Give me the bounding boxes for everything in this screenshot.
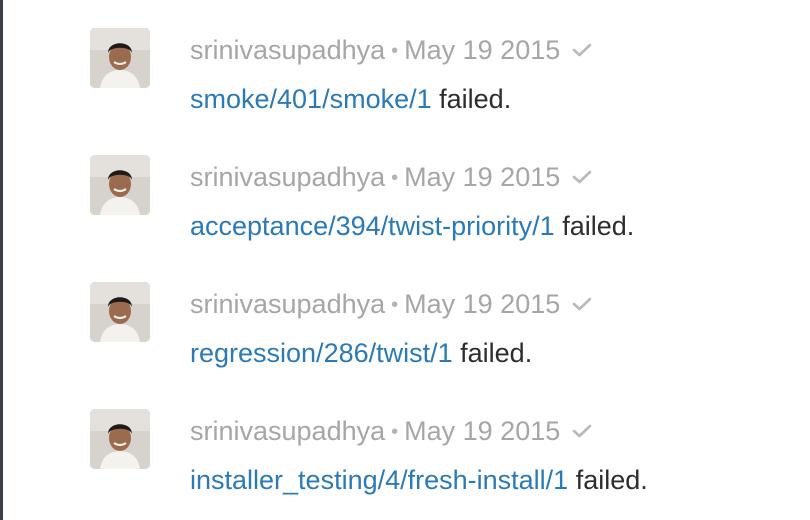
feed-meta: srinivasupadhya • May 19 2015 [190, 412, 592, 448]
status-text: failed. [562, 211, 635, 241]
author-name[interactable]: srinivasupadhya [190, 35, 385, 65]
status-text: failed. [575, 465, 648, 495]
event-date: May 19 2015 [404, 416, 561, 446]
pipeline-link[interactable]: regression/286/twist/1 [190, 338, 453, 368]
meta-separator: • [391, 294, 399, 316]
meta-separator: • [391, 421, 399, 443]
status-text: failed. [460, 338, 533, 368]
feed-meta: srinivasupadhya • May 19 2015 [190, 285, 592, 321]
avatar-icon [90, 282, 150, 342]
status-text: failed. [439, 84, 512, 114]
meta-separator: • [391, 167, 399, 189]
check-icon [572, 412, 592, 448]
check-icon [572, 158, 592, 194]
event-date: May 19 2015 [404, 162, 561, 192]
avatar-icon [90, 155, 150, 215]
user-avatar[interactable] [90, 282, 150, 342]
feed-message: installer_testing/4/fresh-install/1 fail… [190, 460, 648, 500]
check-icon [572, 31, 592, 67]
feed-message: smoke/401/smoke/1 failed. [190, 79, 511, 119]
pipeline-link[interactable]: installer_testing/4/fresh-install/1 [190, 465, 568, 495]
author-name[interactable]: srinivasupadhya [190, 289, 385, 319]
feed-item: srinivasupadhya • May 19 2015 installer_te… [0, 409, 810, 519]
author-name[interactable]: srinivasupadhya [190, 416, 385, 446]
pipeline-link[interactable]: acceptance/394/twist-priority/1 [190, 211, 555, 241]
feed-item: srinivasupadhya • May 19 2015 acceptance/3… [0, 155, 810, 265]
meta-separator: • [391, 40, 399, 62]
feed-item: srinivasupadhya • May 19 2015 smoke/401/sm… [0, 28, 810, 138]
user-avatar[interactable] [90, 409, 150, 469]
event-date: May 19 2015 [404, 35, 561, 65]
feed-message: acceptance/394/twist-priority/1 failed. [190, 206, 634, 246]
event-date: May 19 2015 [404, 289, 561, 319]
check-icon [572, 285, 592, 321]
user-avatar[interactable] [90, 28, 150, 88]
avatar-icon [90, 409, 150, 469]
feed-meta: srinivasupadhya • May 19 2015 [190, 158, 592, 194]
feed-meta: srinivasupadhya • May 19 2015 [190, 31, 592, 67]
feed-item: srinivasupadhya • May 19 2015 regression/2… [0, 282, 810, 392]
feed-message: regression/286/twist/1 failed. [190, 333, 532, 373]
author-name[interactable]: srinivasupadhya [190, 162, 385, 192]
user-avatar[interactable] [90, 155, 150, 215]
pipeline-link[interactable]: smoke/401/smoke/1 [190, 84, 432, 114]
avatar-icon [90, 28, 150, 88]
